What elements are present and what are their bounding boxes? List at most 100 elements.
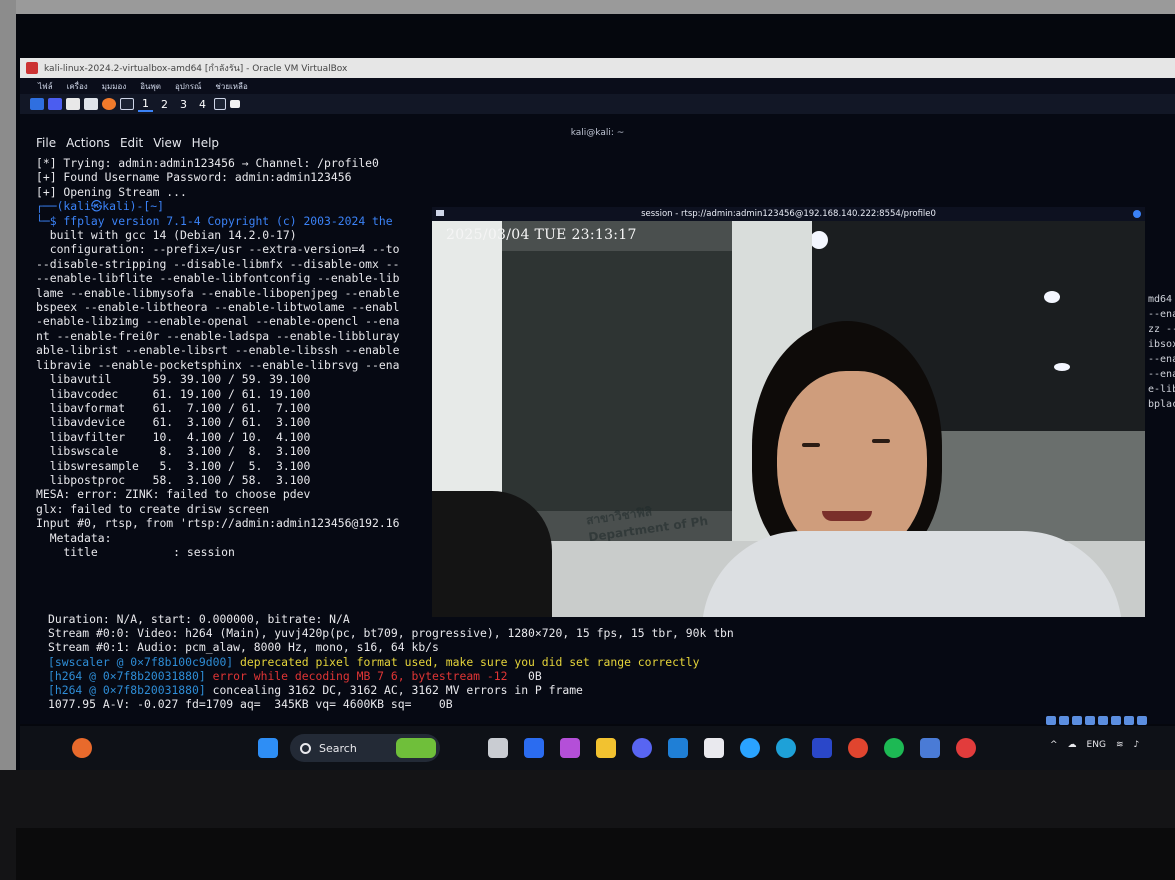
windows-taskbar: Search ^ ☁ ENG ≋ ♪	[20, 726, 1175, 770]
terminal-line: libpostproc 58. 3.100 / 58. 3.100	[36, 472, 311, 487]
terminal-menu-edit[interactable]: Edit	[120, 136, 143, 150]
cloud-icon[interactable]: ☁	[1068, 740, 1077, 750]
ffplay-title-bar[interactable]: session - rtsp://admin:admin123456@192.1…	[432, 207, 1145, 221]
volume-icon[interactable]: ♪	[1134, 740, 1140, 750]
terminal-line: libswscale 8. 3.100 / 8. 3.100	[36, 444, 311, 459]
usb-icon[interactable]	[1085, 715, 1095, 725]
workspace-1[interactable]: 1	[138, 97, 153, 112]
terminal-output: [*] Trying: admin:admin123456 → Channel:…	[36, 156, 456, 559]
terminal-launcher-icon[interactable]	[120, 98, 134, 110]
video-foreground-shadow	[432, 491, 552, 617]
terminal-line: lame --enable-libmysofa --enable-libopen…	[36, 285, 400, 300]
photo-bezel-top	[0, 0, 1175, 14]
taskbar-search[interactable]: Search	[290, 734, 440, 762]
network-icon[interactable]	[1072, 715, 1082, 725]
close-icon[interactable]	[1133, 210, 1141, 218]
terminal-menu-file[interactable]: File	[36, 136, 56, 150]
microsoft-365-icon[interactable]	[560, 738, 580, 758]
vscode-icon[interactable]	[668, 738, 688, 758]
workspace-3[interactable]: 3	[176, 98, 191, 111]
terminal-line: bspeex --enable-libtheora --enable-libtw…	[36, 300, 400, 315]
terminal-status-line: 1077.95 A-V: -0.027 fd=1709 aq= 345KB vq…	[48, 697, 453, 712]
terminal-line: configuration: --prefix=/usr --extra-ver…	[36, 242, 400, 257]
person-mouth	[822, 511, 872, 521]
terminal-line: able-librist --enable-libsrt --enable-li…	[36, 343, 400, 358]
window-menu-icon[interactable]	[436, 210, 444, 216]
display-icon[interactable]	[1111, 715, 1121, 725]
terminal-line: title : session	[36, 544, 235, 559]
terminal-line: libavformat 61. 7.100 / 61. 7.100	[36, 400, 311, 415]
optical-drive-icon[interactable]	[1059, 715, 1069, 725]
window-list-icon[interactable]	[214, 98, 226, 110]
person-shirt	[702, 531, 1122, 617]
app-icon[interactable]	[956, 738, 976, 758]
virtualbox-title-bar: kali-linux-2024.2-virtualbox-amd64 [กำลั…	[20, 58, 1175, 78]
workspace-2[interactable]: 2	[157, 98, 172, 111]
virtualbox-taskbar-icon[interactable]	[920, 738, 940, 758]
terminal-line: nt --enable-frei0r --enable-ladspa --ena…	[36, 328, 400, 343]
video-glass-door	[502, 251, 732, 511]
storage-icon[interactable]	[1046, 715, 1056, 725]
vbox-menu-devices[interactable]: อุปกรณ์	[175, 80, 201, 93]
vbox-menu-help[interactable]: ช่วยเหลือ	[215, 80, 247, 93]
chevron-up-icon[interactable]: ^	[1050, 740, 1058, 750]
shared-folder-icon[interactable]	[1098, 715, 1108, 725]
terminal-menu-view[interactable]: View	[153, 136, 181, 150]
terminal-line: Metadata:	[36, 530, 112, 545]
widgets-icon[interactable]	[72, 738, 92, 758]
search-icon	[300, 742, 311, 754]
show-desktop-icon[interactable]	[48, 98, 62, 110]
kali-menu-icon[interactable]	[30, 98, 44, 110]
photo-bezel-bottom	[0, 770, 1175, 880]
terminal-line: ┌──(kali㉿kali)-[~]	[36, 199, 164, 214]
terminal-line: [h264 @ 0×7f8b20031880] error while deco…	[48, 669, 1158, 683]
vbox-menu-file[interactable]: ไฟล์	[38, 80, 53, 93]
log-message: concealing 3162 DC, 3162 AC, 3162 MV err…	[205, 683, 583, 698]
terminal-line: Stream #0:0: Video: h264 (Main), yuvj420…	[48, 626, 734, 641]
file-explorer-icon[interactable]	[596, 738, 616, 758]
copilot-icon[interactable]	[524, 738, 544, 758]
terminal-line: libavcodec 61. 19.100 / 61. 19.100	[36, 386, 311, 401]
vbox-menu-view[interactable]: มุมมอง	[102, 80, 127, 93]
cortana-icon[interactable]	[740, 738, 760, 758]
paint-icon[interactable]	[812, 738, 832, 758]
edge-icon[interactable]	[776, 738, 796, 758]
ffplay-window[interactable]: session - rtsp://admin:admin123456@192.1…	[432, 207, 1145, 617]
person-eye	[872, 439, 890, 443]
terminal-menu-bar: File Actions Edit View Help	[36, 136, 219, 150]
terminal-line: libavutil 59. 39.100 / 59. 39.100	[36, 372, 311, 387]
terminal-line: e-lib	[1148, 384, 1175, 395]
terminal-line: [+] Found Username Password: admin:admin…	[36, 170, 352, 185]
virtualbox-icon	[26, 62, 38, 74]
text-editor-icon[interactable]	[84, 98, 98, 110]
system-tray: ^ ☁ ENG ≋ ♪	[1050, 740, 1139, 750]
host-key-icon[interactable]	[1137, 715, 1147, 725]
task-view-icon[interactable]	[488, 738, 508, 758]
person-eye	[802, 443, 820, 447]
workspace-4[interactable]: 4	[195, 98, 210, 111]
firefox-icon[interactable]	[102, 98, 116, 110]
discord-icon[interactable]	[632, 738, 652, 758]
terminal-menu-actions[interactable]: Actions	[66, 136, 110, 150]
active-window-icon[interactable]	[230, 100, 240, 108]
start-button-icon[interactable]	[258, 738, 278, 758]
recording-icon[interactable]	[1124, 715, 1134, 725]
terminal-line: zz --	[1148, 324, 1175, 335]
spotify-icon[interactable]	[884, 738, 904, 758]
terminal-line: [h264 @ 0×7f8b20031880] concealing 3162 …	[48, 683, 1158, 697]
virtualbox-menu-bar: ไฟล์ เครื่อง มุมมอง อินพุต อุปกรณ์ ช่วยเ…	[20, 78, 1175, 94]
file-manager-icon[interactable]	[66, 98, 80, 110]
vbox-menu-input[interactable]: อินพุต	[140, 80, 161, 93]
error-message: error while decoding MB 7 6, bytestream …	[205, 668, 508, 683]
language-indicator[interactable]: ENG	[1087, 740, 1106, 750]
log-tag: [h264 @ 0×7f8b20031880]	[48, 668, 206, 683]
terminal-line: glx: failed to create drisw screen	[36, 501, 270, 516]
terminal-line: --ena	[1148, 309, 1175, 320]
chrome-icon[interactable]	[848, 738, 868, 758]
terminal-menu-help[interactable]: Help	[192, 136, 219, 150]
wifi-icon[interactable]: ≋	[1116, 740, 1124, 750]
vbox-menu-machine[interactable]: เครื่อง	[67, 80, 88, 93]
terminal-line: [+] Opening Stream ...	[36, 184, 187, 199]
terminal-line: MESA: error: ZINK: failed to choose pdev	[36, 487, 311, 502]
store-icon[interactable]	[704, 738, 724, 758]
